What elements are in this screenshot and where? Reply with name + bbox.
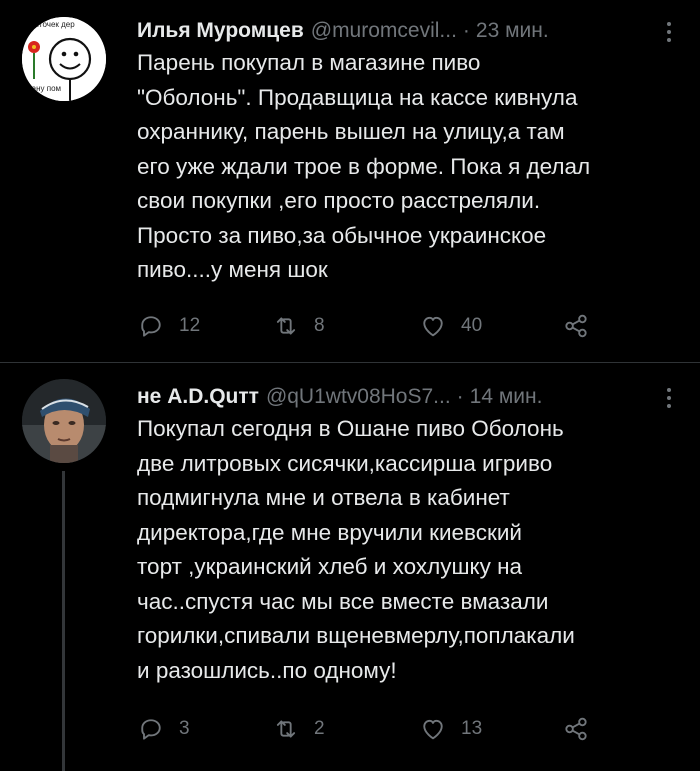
author-handle[interactable]: @qU1wtv08HoS7... xyxy=(266,385,451,409)
tweet-header: Илья Муромцев @muromcevil... · 23 мин. xyxy=(137,16,678,46)
retweet-icon xyxy=(276,317,296,335)
reply-icon xyxy=(141,316,161,337)
more-icon[interactable] xyxy=(660,18,678,44)
retweet-icon xyxy=(276,720,296,738)
retweet-count: 8 xyxy=(314,315,325,336)
author-name[interactable]: Илья Муромцев xyxy=(137,19,304,43)
avatar[interactable] xyxy=(22,379,106,463)
avatar-photo xyxy=(22,379,106,463)
tweet-text: Покупал сегодня в Ошане пиво Оболонь две… xyxy=(137,416,575,683)
share-button[interactable] xyxy=(562,311,590,341)
separator-dot: · xyxy=(456,385,464,408)
svg-text:цветочек дер: цветочек дер xyxy=(26,20,75,29)
like-count: 13 xyxy=(461,718,483,739)
like-button[interactable]: 13 xyxy=(419,714,482,744)
thread-line xyxy=(62,471,65,771)
tweet-text: Парень покупал в магазине пиво "Оболонь"… xyxy=(137,50,591,282)
tweet-2[interactable]: не A.D.Quтт @qU1wtv08HoS7... · 14 мин. П… xyxy=(0,363,700,771)
heart-icon xyxy=(423,719,443,740)
timestamp[interactable]: 23 мин. xyxy=(476,19,549,43)
svg-text:кану пом: кану пом xyxy=(28,84,61,93)
share-icon xyxy=(565,314,587,338)
like-count: 40 xyxy=(461,315,483,336)
share-icon xyxy=(565,717,587,741)
author-handle[interactable]: @muromcevil... xyxy=(311,19,457,43)
tweet-1[interactable]: цветочек дер кану пом Илья Муромцев @mur… xyxy=(0,0,700,362)
retweet-button[interactable]: 8 xyxy=(272,311,325,341)
avatar[interactable]: цветочек дер кану пом xyxy=(22,17,106,101)
author-name[interactable]: не A.D.Quтт xyxy=(137,385,259,409)
retweet-button[interactable]: 2 xyxy=(272,714,325,744)
reply-icon xyxy=(141,719,161,740)
like-button[interactable]: 40 xyxy=(419,311,482,341)
reply-button[interactable]: 3 xyxy=(137,714,190,744)
avatar-drawing: цветочек дер кану пом xyxy=(22,17,106,101)
reply-button[interactable]: 12 xyxy=(137,311,200,341)
more-icon[interactable] xyxy=(660,384,678,410)
reply-count: 12 xyxy=(179,315,201,336)
retweet-count: 2 xyxy=(314,718,325,739)
tweet-header: не A.D.Quтт @qU1wtv08HoS7... · 14 мин. xyxy=(137,382,678,412)
reply-count: 3 xyxy=(179,718,190,739)
heart-icon xyxy=(423,316,443,337)
share-button[interactable] xyxy=(562,714,590,744)
separator-dot: · xyxy=(462,19,470,42)
timestamp[interactable]: 14 мин. xyxy=(470,385,543,409)
